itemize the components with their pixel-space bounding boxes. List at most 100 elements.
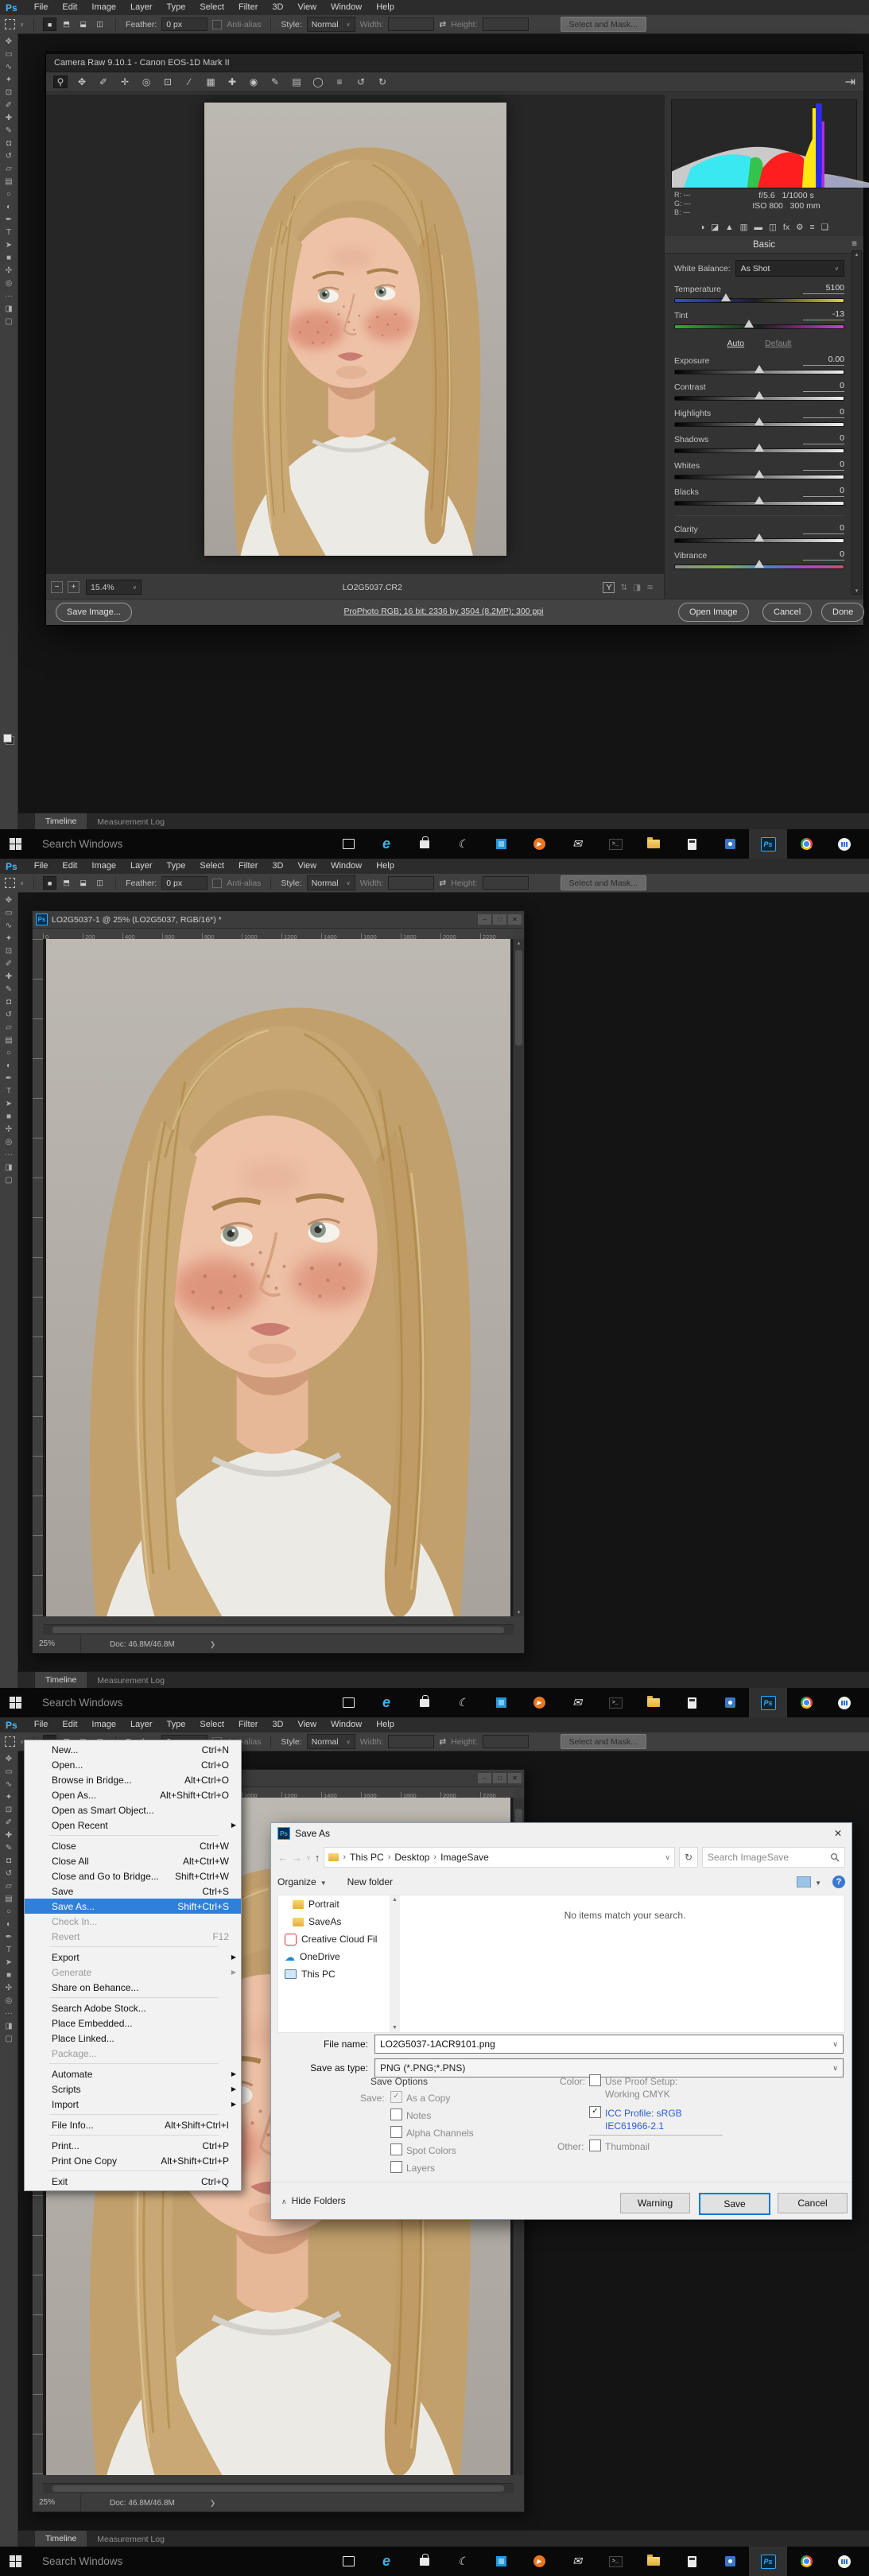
status-expand-icon[interactable]: ❯ [210, 1640, 216, 1649]
sidebar-item-portrait[interactable]: Portrait [278, 1895, 390, 1913]
filename-input[interactable]: LO2G5037-1ACR9101.png ∨ [374, 2035, 844, 2054]
menu-item[interactable]: Edit [55, 859, 84, 874]
file-menu-item[interactable]: Save Ctrl+S [25, 1884, 241, 1899]
new-selection-button[interactable]: ■ [43, 876, 57, 890]
straighten-tool-icon[interactable]: ∕ [183, 76, 196, 87]
zoom-level-select[interactable]: 15.4% ∨ [86, 580, 142, 595]
select-and-mask-button[interactable]: Select and Mask... [560, 17, 646, 32]
slider-value[interactable]: 0 [803, 381, 844, 392]
file-menu-item[interactable]: Check In... [25, 1914, 241, 1929]
slider-thumb[interactable] [755, 444, 764, 452]
new-folder-button[interactable]: New folder [347, 1876, 393, 1887]
pen-tool[interactable]: ✒ [2, 215, 15, 224]
help-icon[interactable]: ? [832, 1876, 845, 1888]
clone-stamp-tool[interactable]: ◘ [2, 139, 15, 148]
savetype-select[interactable]: PNG (*.PNG;*.PNS) ∨ [374, 2058, 844, 2077]
windows-start-icon[interactable] [10, 838, 21, 850]
presets-menu-icon[interactable]: ≡ [333, 76, 346, 87]
preview-settings-icon[interactable]: ≋ [646, 583, 654, 592]
edit-toolbar[interactable]: ··· [2, 2009, 15, 2018]
tool-preset-icon[interactable] [5, 1736, 15, 1747]
width-input[interactable] [388, 876, 435, 890]
file-menu-item[interactable]: Share on Behance... [25, 1980, 241, 1995]
layers-checkbox[interactable] [390, 2161, 402, 2173]
menu-item[interactable]: Type [160, 859, 193, 874]
file-menu-item[interactable]: Save As... Shift+Ctrl+S [25, 1899, 241, 1914]
zoom-level-input[interactable]: 25% [33, 1635, 81, 1653]
proof-setup-checkbox[interactable] [589, 2074, 601, 2086]
eraser-tool[interactable]: ▱ [2, 1882, 15, 1891]
zoom-tool[interactable]: ◎ [2, 1996, 15, 2005]
eraser-tool[interactable]: ▱ [2, 165, 15, 173]
file-menu-item[interactable]: Open... Ctrl+O [25, 1757, 241, 1772]
crop-tool[interactable]: ⊡ [2, 88, 15, 97]
tool-preset-icon[interactable] [5, 19, 15, 29]
slider-value[interactable]: 0 [803, 433, 844, 444]
slider-thumb[interactable] [720, 293, 731, 301]
cancel-button[interactable]: Cancel [762, 603, 813, 622]
default-link[interactable]: Default [765, 339, 791, 348]
before-after-icon[interactable]: ⇅ [620, 583, 627, 592]
search-windows-input[interactable]: Search Windows [42, 1697, 122, 1709]
windows-start-icon[interactable] [10, 1697, 21, 1709]
tab-measurement-log[interactable]: Measurement Log [87, 817, 175, 827]
clone-stamp-tool[interactable]: ◘ [2, 1856, 15, 1865]
zoom-level-input[interactable]: 25% [33, 2494, 81, 2512]
menu-item[interactable]: View [290, 0, 324, 15]
menu-item[interactable]: Edit [55, 0, 84, 15]
subtract-selection-button[interactable]: ⬓ [77, 18, 90, 30]
marquee-tool[interactable]: ▭ [2, 909, 15, 918]
lasso-tool[interactable]: ∿ [2, 1780, 15, 1789]
menu-item[interactable]: Image [84, 0, 123, 15]
dodge-tool[interactable]: ◐ [2, 1061, 15, 1070]
file-menu-item[interactable]: File Info... Alt+Shift+Ctrl+I [25, 2117, 241, 2132]
thumbnail-checkbox[interactable] [589, 2140, 601, 2151]
new-selection-button[interactable]: ■ [43, 17, 57, 31]
history-brush-tool[interactable]: ↺ [2, 152, 15, 161]
white-balance-select[interactable]: As Shot ∨ [735, 260, 844, 277]
zoom-tool[interactable]: ◎ [2, 1138, 15, 1146]
tab-timeline[interactable]: Timeline [35, 2531, 87, 2547]
tab-measurement-log[interactable]: Measurement Log [87, 2535, 175, 2544]
file-menu-item[interactable] [25, 2061, 241, 2066]
file-menu-item[interactable]: Close All Alt+Ctrl+W [25, 1853, 241, 1868]
quick-selection-tool[interactable]: ✦ [2, 1793, 15, 1802]
style-select[interactable]: Normal ∨ [306, 875, 355, 890]
swap-dimensions-icon[interactable]: ⇄ [439, 1737, 446, 1747]
marquee-tool[interactable]: ▭ [2, 1767, 15, 1776]
white-balance-tool-icon[interactable]: ✐ [97, 76, 110, 87]
file-menu-item[interactable]: Exit Ctrl+Q [25, 2174, 241, 2189]
hand-tool[interactable]: ✣ [2, 266, 15, 275]
auto-link[interactable]: Auto [727, 339, 745, 348]
dodge-tool[interactable]: ◐ [2, 1920, 15, 1929]
marquee-tool[interactable]: ▭ [2, 50, 15, 59]
preview-mode-icon[interactable]: Y [603, 581, 615, 593]
quick-selection-tool[interactable]: ✦ [2, 76, 15, 84]
search-input[interactable]: Search ImageSave [702, 1847, 845, 1868]
add-selection-button[interactable]: ⬒ [60, 18, 73, 30]
done-button[interactable]: Done [821, 603, 865, 622]
vertical-scrollbar[interactable]: ▴ ▾ [513, 939, 524, 1616]
tab-timeline[interactable]: Timeline [35, 1672, 87, 1689]
chevron-down-icon[interactable]: ∨ [665, 1853, 670, 1862]
menu-item[interactable]: Select [192, 859, 231, 874]
breadcrumb-desktop[interactable]: Desktop [394, 1852, 429, 1863]
crop-tool[interactable]: ⊡ [2, 1806, 15, 1814]
pen-tool[interactable]: ✒ [2, 1074, 15, 1083]
feather-input[interactable]: 0 px [161, 876, 208, 890]
cancel-button[interactable]: Cancel [778, 2193, 848, 2213]
file-menu-item[interactable]: Place Embedded... [25, 2015, 241, 2031]
icc-profile-checkbox[interactable]: ✓ [589, 2106, 601, 2118]
lasso-tool[interactable]: ∿ [2, 921, 15, 930]
type-tool[interactable]: T [2, 1087, 15, 1096]
menu-item[interactable]: File [27, 0, 56, 15]
slider-thumb[interactable] [755, 496, 764, 504]
panel-menu-icon[interactable]: ≡ [852, 239, 857, 249]
open-image-button[interactable]: Open Image [678, 603, 749, 622]
height-input[interactable] [482, 876, 529, 890]
sidebar-item-saveas[interactable]: SaveAs [278, 1913, 390, 1930]
menu-item[interactable]: Image [84, 859, 123, 874]
subtract-selection-button[interactable]: ⬓ [77, 877, 90, 889]
file-menu-item[interactable]: Generate ▶ [25, 1965, 241, 1980]
brush-tool[interactable]: ✎ [2, 126, 15, 135]
